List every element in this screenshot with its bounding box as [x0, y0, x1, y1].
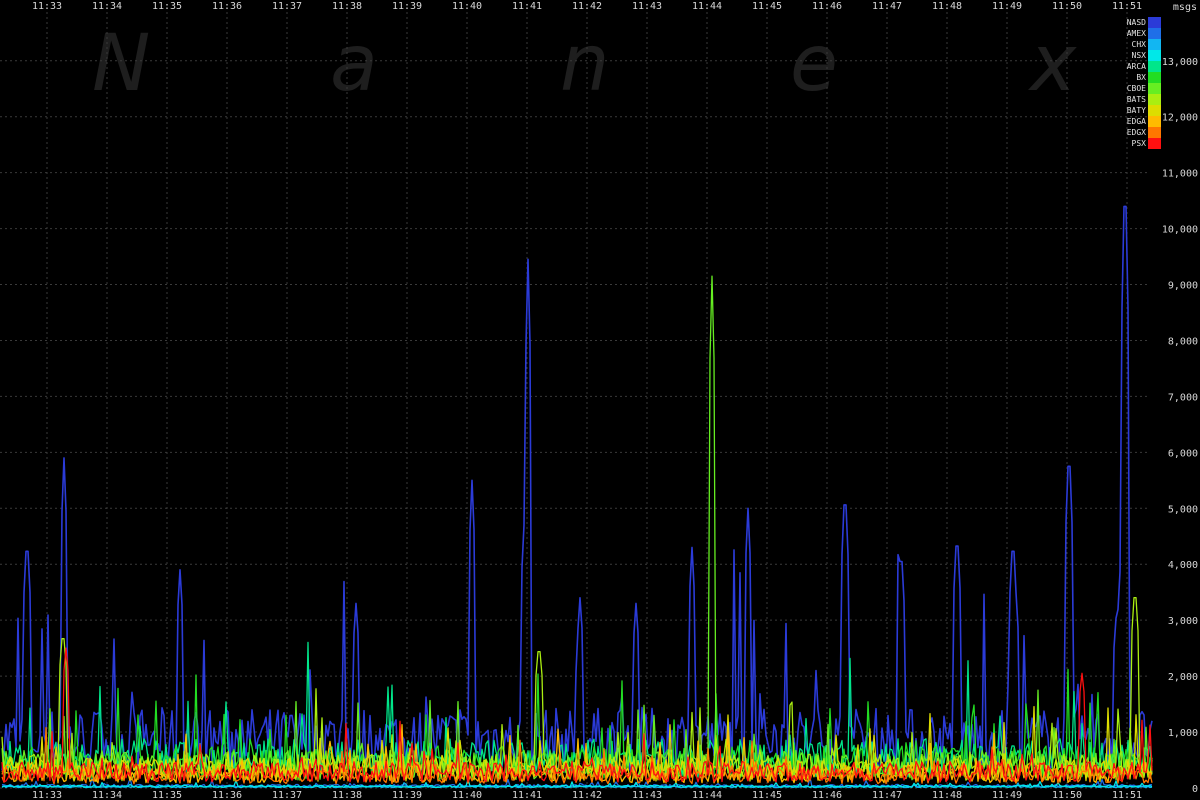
- watermark-letter: n: [560, 19, 609, 109]
- x-tick-label: 11:38: [332, 1, 362, 12]
- legend-label: ARCA: [1127, 62, 1146, 71]
- legend-swatch: [1148, 116, 1161, 127]
- x-tick-label: 11:40: [452, 1, 482, 12]
- x-tick-label: 11:39: [392, 1, 422, 12]
- x-tick-label: 11:48: [932, 1, 962, 12]
- legend-swatch: [1148, 17, 1161, 28]
- legend-label: CHX: [1132, 40, 1147, 49]
- x-tick-label: 11:42: [572, 790, 602, 800]
- y-tick-label: 0: [1192, 784, 1198, 795]
- legend-swatch: [1148, 39, 1161, 50]
- watermark-letter: a: [330, 19, 378, 109]
- x-tick-label: 11:44: [692, 790, 722, 800]
- x-tick-label: 11:44: [692, 1, 722, 12]
- x-tick-label: 11:33: [32, 790, 62, 800]
- legend-label: CBOE: [1127, 84, 1146, 93]
- legend-label: EDGX: [1127, 128, 1146, 137]
- legend-label: NSX: [1132, 51, 1147, 60]
- legend-swatch: [1148, 61, 1161, 72]
- x-tick-label: 11:45: [752, 1, 782, 12]
- x-tick-label: 11:46: [812, 790, 842, 800]
- legend-label: PSX: [1132, 139, 1147, 148]
- x-tick-label: 11:42: [572, 1, 602, 12]
- y-tick-label: 4,000: [1168, 560, 1198, 571]
- x-tick-label: 11:36: [212, 1, 242, 12]
- x-tick-label: 11:39: [392, 790, 422, 800]
- x-tick-label: 11:51: [1112, 1, 1142, 12]
- legend-swatch: [1148, 50, 1161, 61]
- watermark-letter: N: [92, 19, 150, 109]
- legend-swatch: [1148, 105, 1161, 116]
- x-tick-label: 11:48: [932, 790, 962, 800]
- chart: Na n e x 11:33 11:34 11:35 11:36 11:37 11:38 11:3…: [0, 0, 1200, 800]
- x-tick-label: 11:34: [92, 790, 122, 800]
- plot-background: [0, 0, 1200, 800]
- legend-swatch: [1148, 72, 1161, 83]
- x-tick-label: 11:51: [1112, 790, 1142, 800]
- legend-label: AMEX: [1127, 29, 1146, 38]
- x-tick-label: 11:38: [332, 790, 362, 800]
- y-tick-label: 8,000: [1168, 336, 1198, 347]
- legend-swatch: [1148, 138, 1161, 149]
- y-tick-label: 12,000: [1162, 113, 1198, 124]
- x-tick-label: 11:37: [272, 1, 302, 12]
- x-tick-label: 11:49: [992, 1, 1022, 12]
- y-tick-label: 1,000: [1168, 728, 1198, 739]
- legend-label: BX: [1136, 73, 1146, 82]
- x-tick-label: 11:50: [1052, 1, 1082, 12]
- x-tick-label: 11:46: [812, 1, 842, 12]
- x-tick-label: 11:50: [1052, 790, 1082, 800]
- legend-swatch: [1148, 127, 1161, 138]
- x-tick-label: 11:45: [752, 790, 782, 800]
- x-tick-label: 11:43: [632, 1, 662, 12]
- x-tick-label: 11:47: [872, 1, 902, 12]
- legend-label: BATS: [1127, 95, 1146, 104]
- x-tick-label: 11:35: [152, 790, 182, 800]
- x-tick-label: 11:40: [452, 790, 482, 800]
- legend-swatch: [1148, 94, 1161, 105]
- y-tick-label: 11,000: [1162, 169, 1198, 180]
- y-axis-label: msgs: [1173, 2, 1197, 13]
- x-tick-label: 11:43: [632, 790, 662, 800]
- x-tick-label: 11:41: [512, 790, 542, 800]
- legend-label: NASD: [1127, 18, 1146, 27]
- y-tick-label: 7,000: [1168, 392, 1198, 403]
- y-tick-label: 3,000: [1168, 616, 1198, 627]
- x-tick-label: 11:34: [92, 1, 122, 12]
- watermark-letter: x: [1027, 19, 1077, 109]
- legend-swatch: [1148, 28, 1161, 39]
- legend-swatch: [1148, 83, 1161, 94]
- y-tick-label: 10,000: [1162, 225, 1198, 236]
- legend-label: BATY: [1127, 106, 1146, 115]
- y-tick-label: 2,000: [1168, 672, 1198, 683]
- x-tick-label: 11:36: [212, 790, 242, 800]
- x-tick-label: 11:35: [152, 1, 182, 12]
- y-tick-label: 6,000: [1168, 448, 1198, 459]
- x-tick-label: 11:47: [872, 790, 902, 800]
- y-tick-label: 5,000: [1168, 504, 1198, 515]
- y-tick-label: 13,000: [1162, 57, 1198, 68]
- watermark-letter: e: [790, 19, 838, 109]
- x-tick-label: 11:41: [512, 1, 542, 12]
- x-tick-label: 11:49: [992, 790, 1022, 800]
- x-tick-label: 11:33: [32, 1, 62, 12]
- y-tick-label: 9,000: [1168, 281, 1198, 292]
- x-tick-label: 11:37: [272, 790, 302, 800]
- legend-label: EDGA: [1127, 117, 1146, 126]
